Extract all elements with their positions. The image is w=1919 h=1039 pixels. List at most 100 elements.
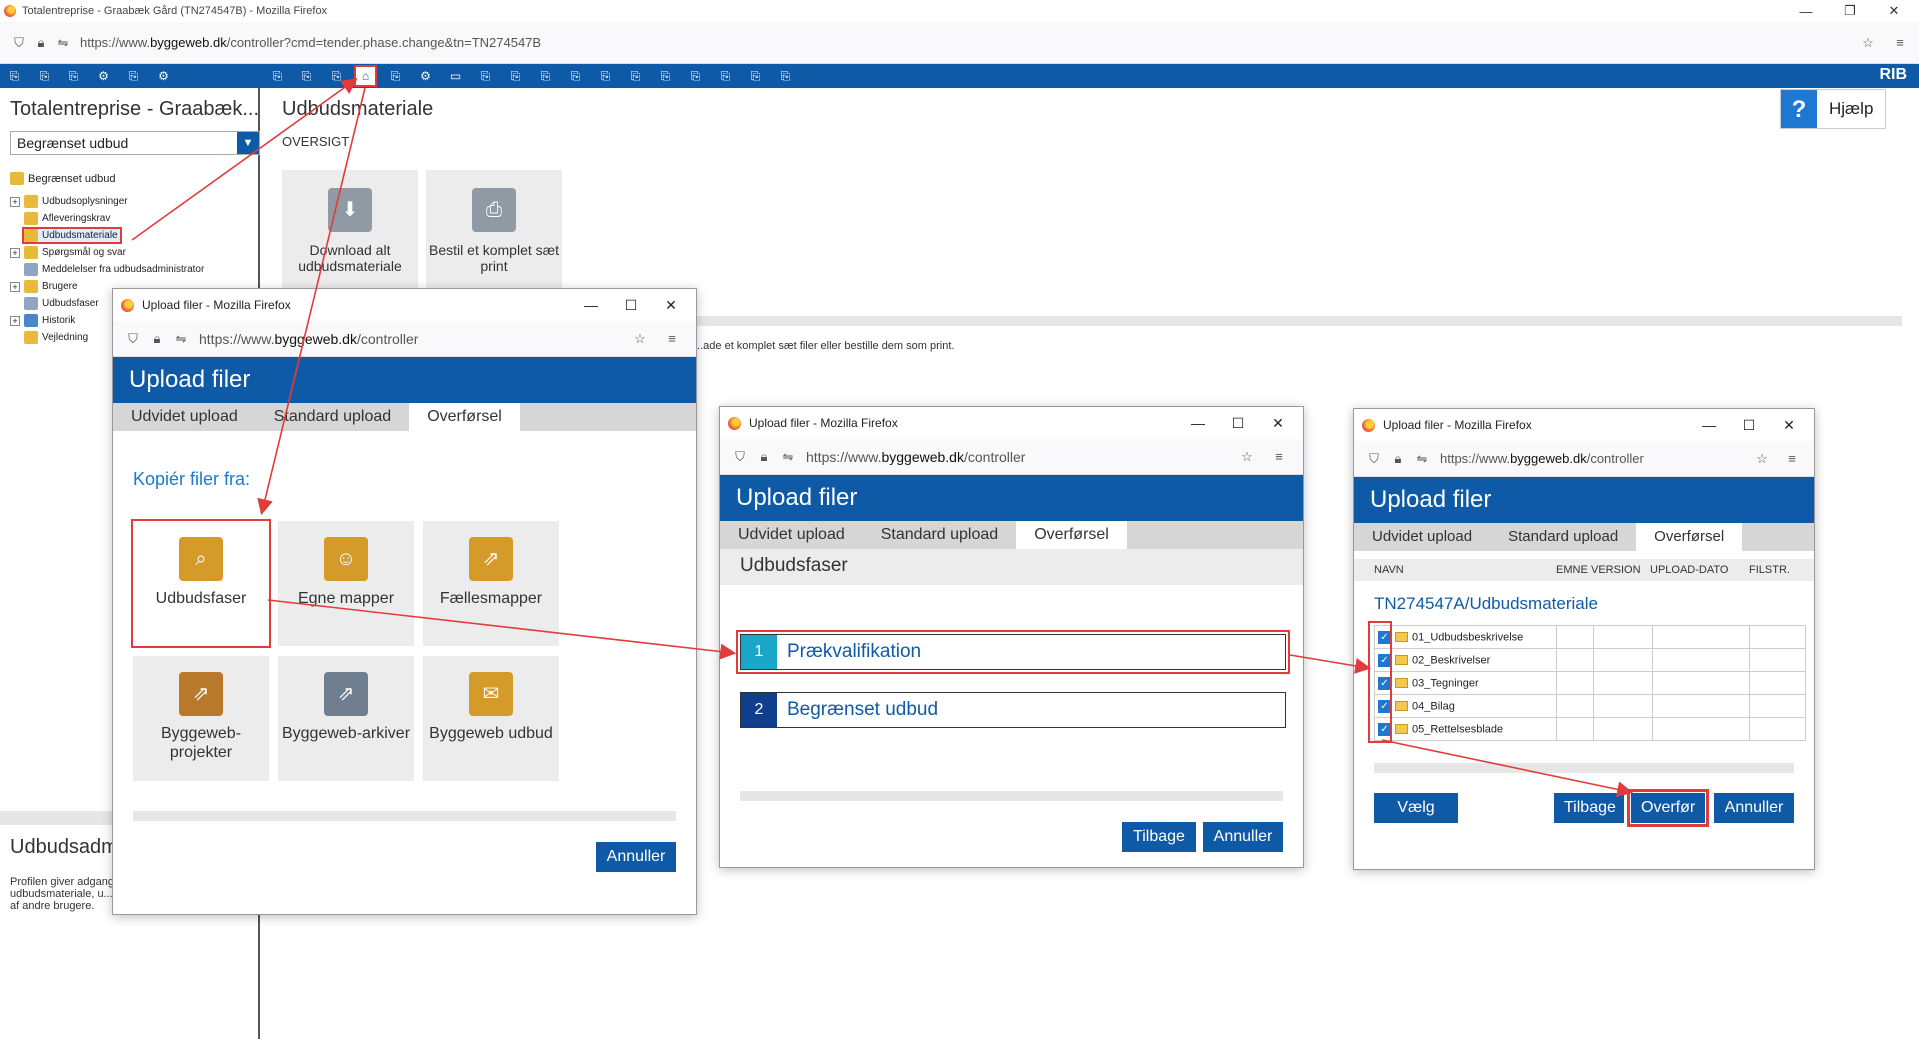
source-byggeweb-udbud[interactable]: ✉ Byggeweb udbud <box>423 656 559 781</box>
source-byggeweb-arkiver[interactable]: ⇗ Byggeweb-arkiver <box>278 656 414 781</box>
source-udbudsfaser[interactable]: ⌕ Udbudsfaser <box>131 519 271 648</box>
popup-scrollbar[interactable] <box>740 791 1283 801</box>
toolbar-icon[interactable]: ▭ <box>446 67 465 85</box>
column-navn[interactable]: NAVN <box>1374 564 1404 576</box>
maximize-icon[interactable]: ❐ <box>1830 0 1870 22</box>
popup-url[interactable]: https://www.byggeweb.dk/controller <box>199 331 418 347</box>
transfer-button[interactable]: Overfør <box>1627 789 1709 827</box>
toolbar-icon[interactable]: ⎘ <box>268 67 287 85</box>
back-button[interactable]: Tilbage <box>1122 822 1196 852</box>
bookmark-star-icon[interactable]: ☆ <box>1235 449 1259 465</box>
tab-standard-upload[interactable]: Standard upload <box>863 521 1016 549</box>
tab-udvidet-upload[interactable]: Udvidet upload <box>1354 523 1490 551</box>
toolbar-icon[interactable]: ⎘ <box>476 67 495 85</box>
expand-icon[interactable]: + <box>10 247 20 258</box>
toolbar-icon[interactable]: ⎘ <box>386 67 405 85</box>
tree-item[interactable]: Meddelelser fra udbudsadministrator <box>10 261 204 278</box>
table-row[interactable]: ✓ 05_Rettelsesblade <box>1374 717 1806 741</box>
address-bar[interactable]: ⛉ 🔒︎ ⇋ https://www.byggeweb.dk/controlle… <box>0 22 1919 64</box>
tree-item[interactable]: Afleveringskrav <box>10 210 204 227</box>
close-icon[interactable]: ✕ <box>1874 0 1914 22</box>
minimize-icon[interactable]: — <box>576 289 606 321</box>
maximize-icon[interactable]: ☐ <box>616 289 646 321</box>
expand-icon[interactable]: + <box>10 315 20 326</box>
toolbar-icon[interactable]: ⚙ <box>416 67 435 85</box>
table-row[interactable]: ✓ 04_Bilag <box>1374 694 1806 718</box>
toolbar-icon[interactable]: ⎘ <box>536 67 555 85</box>
popup-scrollbar[interactable] <box>133 811 676 821</box>
cancel-button[interactable]: Annuller <box>1203 822 1283 852</box>
tab-overfoersel[interactable]: Overførsel <box>409 403 520 431</box>
tab-standard-upload[interactable]: Standard upload <box>1490 523 1636 551</box>
popup-address-bar[interactable]: ⛉ 🔒︎ ⇋ https://www.byggeweb.dk/controlle… <box>113 321 696 357</box>
tab-overfoersel[interactable]: Overførsel <box>1016 521 1127 549</box>
tab-udvidet-upload[interactable]: Udvidet upload <box>113 403 256 431</box>
bookmark-star-icon[interactable]: ☆ <box>628 331 652 347</box>
toolbar-icon[interactable]: ⎘ <box>124 67 143 85</box>
source-egne-mapper[interactable]: ☺ Egne mapper <box>278 521 414 646</box>
tree-root[interactable]: Begrænset udbud <box>10 170 204 187</box>
tree-item[interactable]: + Udbudsoplysninger <box>10 193 204 210</box>
tree-item[interactable]: + Spørgsmål og svar <box>10 244 204 261</box>
phase-select[interactable]: Begrænset udbud ▼ <box>10 131 260 155</box>
expand-icon[interactable]: + <box>10 196 20 207</box>
close-icon[interactable]: ✕ <box>1263 407 1293 439</box>
toolbar-icon[interactable]: ⎘ <box>5 67 24 85</box>
maximize-icon[interactable]: ☐ <box>1223 407 1253 439</box>
menu-icon[interactable]: ≡ <box>660 331 684 346</box>
popup-url[interactable]: https://www.byggeweb.dk/controller <box>806 449 1025 465</box>
minimize-icon[interactable]: — <box>1786 0 1826 22</box>
minimize-icon[interactable]: — <box>1183 407 1213 439</box>
close-icon[interactable]: ✕ <box>656 289 686 321</box>
toolbar-icon[interactable]: ⎘ <box>297 67 316 85</box>
popup-address-bar[interactable]: ⛉ 🔒︎ ⇋ https://www.byggeweb.dk/controlle… <box>1354 441 1814 477</box>
menu-icon[interactable]: ≡ <box>1889 35 1911 50</box>
maximize-icon[interactable]: ☐ <box>1734 409 1764 441</box>
cancel-button[interactable]: Annuller <box>1714 793 1794 823</box>
menu-icon[interactable]: ≡ <box>1780 451 1804 466</box>
table-row[interactable]: ✓ 03_Tegninger <box>1374 671 1806 695</box>
popup-address-bar[interactable]: ⛉ 🔒︎ ⇋ https://www.byggeweb.dk/controlle… <box>720 439 1303 475</box>
toolbar-icon[interactable]: ⎘ <box>746 67 765 85</box>
toolbar-icon[interactable]: ⚙ <box>94 67 113 85</box>
order-print-tile[interactable]: ⎙ Bestil et komplet sæt print <box>426 170 562 295</box>
tree-item-udbudsmateriale[interactable]: Udbudsmateriale <box>10 227 204 244</box>
toolbar-icon[interactable]: ⎘ <box>656 67 675 85</box>
column-filstr[interactable]: FILSTR. <box>1749 564 1790 576</box>
download-all-tile[interactable]: ⬇ Download alt udbudsmateriale <box>282 170 418 295</box>
chevron-down-icon[interactable]: ▼ <box>237 132 259 154</box>
toolbar-icon[interactable]: ⎘ <box>596 67 615 85</box>
select-all-button[interactable]: Vælg alle <box>1374 793 1458 846</box>
bookmark-star-icon[interactable]: ☆ <box>1750 451 1774 467</box>
cancel-button[interactable]: Annuller <box>596 842 676 872</box>
bookmark-star-icon[interactable]: ☆ <box>1857 35 1879 51</box>
toolbar-icon[interactable]: ⚙ <box>154 67 173 85</box>
close-icon[interactable]: ✕ <box>1774 409 1804 441</box>
toolbar-icon[interactable]: ⎘ <box>776 67 795 85</box>
toolbar-icon[interactable]: ⎘ <box>64 67 83 85</box>
expand-icon[interactable]: + <box>10 281 20 292</box>
tab-udvidet-upload[interactable]: Udvidet upload <box>720 521 863 549</box>
phase-2-row[interactable]: 2 Begrænset udbud <box>740 692 1286 728</box>
source-faellesmapper[interactable]: ⇗ Fællesmapper <box>423 521 559 646</box>
toolbar-icon[interactable]: ⎘ <box>506 67 525 85</box>
toolbar-icon[interactable]: ⎘ <box>716 67 735 85</box>
popup-scrollbar[interactable] <box>1374 763 1794 773</box>
column-upload-dato[interactable]: UPLOAD-DATO <box>1650 564 1728 576</box>
table-row[interactable]: ✓ 02_Beskrivelser <box>1374 648 1806 672</box>
table-row[interactable]: ✓ 01_Udbudsbeskrivelse <box>1374 625 1806 649</box>
source-byggeweb-projekter[interactable]: ⇗ Byggeweb-projekter <box>133 656 269 781</box>
column-emne[interactable]: EMNE <box>1556 564 1588 576</box>
toolbar-icon[interactable]: ⎘ <box>35 67 54 85</box>
toolbar-icon[interactable]: ⎘ <box>327 67 346 85</box>
column-version[interactable]: VERSION <box>1591 564 1641 576</box>
url-text[interactable]: https://www.byggeweb.dk/controller?cmd=t… <box>80 35 541 50</box>
toolbar-icon[interactable]: ⎘ <box>686 67 705 85</box>
popup-url[interactable]: https://www.byggeweb.dk/controller <box>1440 451 1644 466</box>
tab-standard-upload[interactable]: Standard upload <box>256 403 409 431</box>
tab-overfoersel[interactable]: Overførsel <box>1636 523 1743 551</box>
menu-icon[interactable]: ≡ <box>1267 449 1291 464</box>
minimize-icon[interactable]: — <box>1694 409 1724 441</box>
help-button[interactable]: ? Hjælp <box>1780 89 1887 129</box>
back-button[interactable]: Tilbage <box>1554 793 1624 823</box>
